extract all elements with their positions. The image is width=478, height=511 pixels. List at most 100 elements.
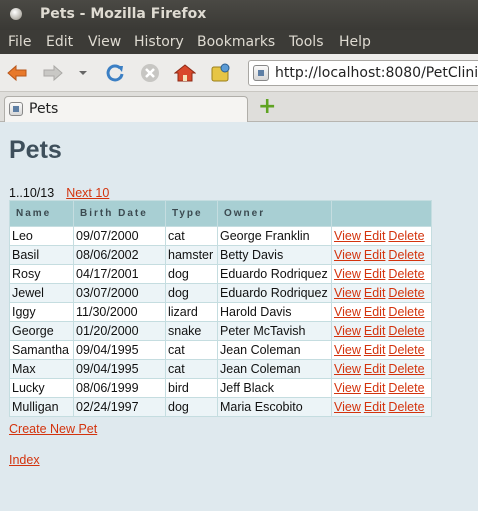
cell-type: cat xyxy=(165,359,218,379)
cell-actions: View Edit Delete xyxy=(331,378,432,398)
column-header-type: Type xyxy=(165,200,218,227)
table-row: Jewel 03/07/2000 dog Eduardo Rodriquez View E… xyxy=(9,283,432,303)
delete-link[interactable]: Delete xyxy=(388,229,424,243)
view-link[interactable]: View xyxy=(334,324,361,338)
view-link[interactable]: View xyxy=(334,248,361,262)
delete-link[interactable]: Delete xyxy=(388,305,424,319)
edit-link[interactable]: Edit xyxy=(364,362,386,376)
table-row: Samantha 09/04/1995 cat Jean Coleman View Edi… xyxy=(9,340,432,360)
column-header-actions xyxy=(331,200,432,227)
menu-bookmarks[interactable]: Bookmarks xyxy=(197,34,275,50)
view-link[interactable]: View xyxy=(334,229,361,243)
edit-link[interactable]: Edit xyxy=(364,324,386,338)
table-row: Leo 09/07/2000 cat George Franklin View Edit D… xyxy=(9,226,432,246)
back-arrow-icon[interactable] xyxy=(6,62,28,84)
view-link[interactable]: View xyxy=(334,381,361,395)
cell-birth-date: 01/20/2000 xyxy=(73,321,166,341)
table-row: Lucky 08/06/1999 bird Jeff Black View Edit Del… xyxy=(9,378,432,398)
window-menu-icon[interactable] xyxy=(10,8,22,20)
menu-bar: File Edit View History Bookmarks Tools H… xyxy=(0,30,478,54)
cell-name: Jewel xyxy=(9,283,74,303)
cell-name: Lucky xyxy=(9,378,74,398)
cell-name: Iggy xyxy=(9,302,74,322)
url-bar[interactable]: http://localhost:8080/PetClinic xyxy=(248,60,478,86)
cell-type: cat xyxy=(165,340,218,360)
cell-owner: Maria Escobito xyxy=(217,397,332,417)
new-tab-plus-icon[interactable]: + xyxy=(258,96,276,118)
cell-type: dog xyxy=(165,397,218,417)
chevron-down-icon[interactable] xyxy=(76,62,90,84)
cell-actions: View Edit Delete xyxy=(331,264,432,284)
edit-link[interactable]: Edit xyxy=(364,248,386,262)
table-row: Rosy 04/17/2001 dog Eduardo Rodriquez View Ed… xyxy=(9,264,432,284)
edit-link[interactable]: Edit xyxy=(364,305,386,319)
navigation-toolbar: http://localhost:8080/PetClinic xyxy=(0,54,478,92)
home-icon[interactable] xyxy=(174,62,196,84)
cell-name: Mulligan xyxy=(9,397,74,417)
cell-type: dog xyxy=(165,264,218,284)
edit-link[interactable]: Edit xyxy=(364,267,386,281)
menu-edit[interactable]: Edit xyxy=(46,34,73,50)
cell-birth-date: 04/17/2001 xyxy=(73,264,166,284)
next-page-link[interactable]: Next 10 xyxy=(66,186,109,200)
page-content: Pets 1..10/13 Next 10 Name Birth Date Typ… xyxy=(0,122,478,511)
cell-name: Max xyxy=(9,359,74,379)
window-title-bar: Pets - Mozilla Firefox xyxy=(0,0,478,30)
view-link[interactable]: View xyxy=(334,400,361,414)
table-row: Mulligan 02/24/1997 dog Maria Escobito View E… xyxy=(9,397,432,417)
cell-name: Samantha xyxy=(9,340,74,360)
pager: 1..10/13 Next 10 xyxy=(9,186,109,200)
stop-icon[interactable] xyxy=(139,62,161,84)
cell-type: lizard xyxy=(165,302,218,322)
edit-link[interactable]: Edit xyxy=(364,381,386,395)
reload-icon[interactable] xyxy=(104,62,126,84)
edit-link[interactable]: Edit xyxy=(364,343,386,357)
forward-arrow-icon[interactable] xyxy=(42,62,64,84)
cell-name: Basil xyxy=(9,245,74,265)
menu-tools[interactable]: Tools xyxy=(289,34,324,50)
delete-link[interactable]: Delete xyxy=(388,400,424,414)
view-link[interactable]: View xyxy=(334,343,361,357)
cell-type: hamster xyxy=(165,245,218,265)
cell-type: snake xyxy=(165,321,218,341)
delete-link[interactable]: Delete xyxy=(388,362,424,376)
cell-owner: George Franklin xyxy=(217,226,332,246)
column-header-owner: Owner xyxy=(217,200,332,227)
view-link[interactable]: View xyxy=(334,362,361,376)
edit-link[interactable]: Edit xyxy=(364,229,386,243)
delete-link[interactable]: Delete xyxy=(388,343,424,357)
delete-link[interactable]: Delete xyxy=(388,248,424,262)
cell-actions: View Edit Delete xyxy=(331,397,432,417)
delete-link[interactable]: Delete xyxy=(388,381,424,395)
cell-actions: View Edit Delete xyxy=(331,226,432,246)
url-text[interactable]: http://localhost:8080/PetClinic xyxy=(275,65,478,81)
cell-birth-date: 02/24/1997 xyxy=(73,397,166,417)
cell-type: cat xyxy=(165,226,218,246)
create-new-pet-link[interactable]: Create New Pet xyxy=(9,422,97,436)
edit-link[interactable]: Edit xyxy=(364,286,386,300)
site-identity-icon[interactable] xyxy=(253,65,269,81)
delete-link[interactable]: Delete xyxy=(388,267,424,281)
edit-link[interactable]: Edit xyxy=(364,400,386,414)
menu-help[interactable]: Help xyxy=(339,34,371,50)
cell-type: dog xyxy=(165,283,218,303)
cell-owner: Eduardo Rodriquez xyxy=(217,283,332,303)
cell-actions: View Edit Delete xyxy=(331,302,432,322)
view-link[interactable]: View xyxy=(334,286,361,300)
menu-file[interactable]: File xyxy=(8,34,31,50)
index-link[interactable]: Index xyxy=(9,453,40,467)
view-link[interactable]: View xyxy=(334,305,361,319)
cell-birth-date: 11/30/2000 xyxy=(73,302,166,322)
delete-link[interactable]: Delete xyxy=(388,286,424,300)
menu-view[interactable]: View xyxy=(88,34,121,50)
table-header-row: Name Birth Date Type Owner xyxy=(9,200,432,227)
view-link[interactable]: View xyxy=(334,267,361,281)
tab-pets[interactable]: Pets xyxy=(4,96,248,122)
cell-owner: Peter McTavish xyxy=(217,321,332,341)
addon-icon[interactable] xyxy=(210,62,232,84)
cell-name: Rosy xyxy=(9,264,74,284)
cell-actions: View Edit Delete xyxy=(331,245,432,265)
cell-name: Leo xyxy=(9,226,74,246)
menu-history[interactable]: History xyxy=(134,34,184,50)
delete-link[interactable]: Delete xyxy=(388,324,424,338)
